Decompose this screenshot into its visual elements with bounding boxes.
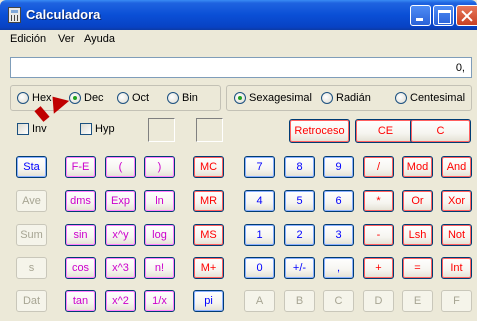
pi-button[interactable]: pi bbox=[193, 290, 224, 312]
log-button[interactable]: log bbox=[144, 224, 175, 246]
clear-entry-button[interactable]: CE bbox=[355, 119, 416, 143]
radio-centesimal-label: Centesimal bbox=[410, 92, 466, 104]
radio-dec[interactable]: Dec bbox=[69, 92, 104, 104]
display-value: 0, bbox=[455, 62, 465, 74]
digit-2-button[interactable]: 2 bbox=[284, 224, 315, 246]
hex-c-button[interactable]: C bbox=[323, 290, 354, 312]
digit-0-button[interactable]: 0 bbox=[244, 257, 275, 279]
digit-6-button[interactable]: 6 bbox=[323, 190, 354, 212]
mc-button[interactable]: MC bbox=[193, 156, 224, 178]
digit-9-button[interactable]: 9 bbox=[323, 156, 354, 178]
radio-hex-circle bbox=[17, 92, 29, 104]
menu-edit[interactable]: Edición bbox=[10, 33, 46, 45]
hyp-label: Hyp bbox=[95, 123, 115, 135]
radio-oct[interactable]: Oct bbox=[117, 92, 149, 104]
menu-view[interactable]: Ver bbox=[58, 33, 75, 45]
equals-button[interactable]: = bbox=[402, 257, 433, 279]
xor-button[interactable]: Xor bbox=[441, 190, 472, 212]
radio-radian[interactable]: Radián bbox=[321, 92, 371, 104]
hex-f-button[interactable]: F bbox=[441, 290, 472, 312]
sign-button[interactable]: +/- bbox=[284, 257, 315, 279]
radio-radian-label: Radián bbox=[336, 92, 371, 104]
menu-help[interactable]: Ayuda bbox=[84, 33, 115, 45]
radio-sexagesimal[interactable]: Sexagesimal bbox=[234, 92, 312, 104]
digit-4-button[interactable]: 4 bbox=[244, 190, 275, 212]
radio-oct-label: Oct bbox=[132, 92, 150, 104]
radio-bin[interactable]: Bin bbox=[167, 92, 198, 104]
memory-indicator bbox=[196, 118, 223, 142]
hyp-checkbox[interactable]: Hyp bbox=[80, 123, 115, 135]
radio-sexagesimal-label: Sexagesimal bbox=[249, 92, 312, 104]
close-button[interactable] bbox=[456, 5, 477, 26]
mod-button[interactable]: Mod bbox=[402, 156, 433, 178]
radio-dec-label: Dec bbox=[84, 92, 104, 104]
backspace-button[interactable]: Retroceso bbox=[289, 119, 350, 143]
radio-centesimal[interactable]: Centesimal bbox=[395, 92, 465, 104]
exp-button[interactable]: Exp bbox=[105, 190, 136, 212]
digit-8-button[interactable]: 8 bbox=[284, 156, 315, 178]
hex-a-button[interactable]: A bbox=[244, 290, 275, 312]
mr-button[interactable]: MR bbox=[193, 190, 224, 212]
ms-button[interactable]: MS bbox=[193, 224, 224, 246]
radio-dec-circle bbox=[69, 92, 81, 104]
sin-button[interactable]: sin bbox=[65, 224, 96, 246]
radio-bin-circle bbox=[167, 92, 179, 104]
mplus-button[interactable]: M+ bbox=[193, 257, 224, 279]
minimize-button[interactable] bbox=[410, 5, 431, 26]
inv-label: Inv bbox=[32, 123, 47, 135]
window-title: Calculadora bbox=[26, 7, 101, 22]
hex-e-button[interactable]: E bbox=[402, 290, 433, 312]
fe-button[interactable]: F-E bbox=[65, 156, 96, 178]
lsh-button[interactable]: Lsh bbox=[402, 224, 433, 246]
divide-button[interactable]: / bbox=[363, 156, 394, 178]
multiply-button[interactable]: * bbox=[363, 190, 394, 212]
not-button[interactable]: Not bbox=[441, 224, 472, 246]
cube-button[interactable]: x^3 bbox=[105, 257, 136, 279]
power-button[interactable]: x^y bbox=[105, 224, 136, 246]
inv-checkbox[interactable]: Inv bbox=[17, 123, 47, 135]
radio-sexagesimal-circle bbox=[234, 92, 246, 104]
reciprocal-button[interactable]: 1/x bbox=[144, 290, 175, 312]
dms-button[interactable]: dms bbox=[65, 190, 96, 212]
open-paren-button[interactable]: ( bbox=[105, 156, 136, 178]
calculator-icon bbox=[8, 7, 21, 23]
result-display: 0, bbox=[10, 57, 472, 78]
digit-7-button[interactable]: 7 bbox=[244, 156, 275, 178]
radio-oct-circle bbox=[117, 92, 129, 104]
s-button[interactable]: s bbox=[16, 257, 47, 279]
subtract-button[interactable]: - bbox=[363, 224, 394, 246]
radio-centesimal-circle bbox=[395, 92, 407, 104]
maximize-button[interactable] bbox=[433, 5, 454, 26]
digit-3-button[interactable]: 3 bbox=[323, 224, 354, 246]
cos-button[interactable]: cos bbox=[65, 257, 96, 279]
tan-button[interactable]: tan bbox=[65, 290, 96, 312]
or-button[interactable]: Or bbox=[402, 190, 433, 212]
digit-1-button[interactable]: 1 bbox=[244, 224, 275, 246]
title-bar[interactable]: Calculadora bbox=[0, 0, 477, 30]
add-button[interactable]: + bbox=[363, 257, 394, 279]
hex-d-button[interactable]: D bbox=[363, 290, 394, 312]
parenthesis-indicator bbox=[148, 118, 175, 142]
and-button[interactable]: And bbox=[441, 156, 472, 178]
clear-button[interactable]: C bbox=[410, 119, 471, 143]
decimal-button[interactable]: , bbox=[323, 257, 354, 279]
menu-bar: Edición Ver Ayuda bbox=[0, 30, 477, 50]
square-button[interactable]: x^2 bbox=[105, 290, 136, 312]
dat-button[interactable]: Dat bbox=[16, 290, 47, 312]
int-button[interactable]: Int bbox=[441, 257, 472, 279]
ln-button[interactable]: ln bbox=[144, 190, 175, 212]
factorial-button[interactable]: n! bbox=[144, 257, 175, 279]
radio-radian-circle bbox=[321, 92, 333, 104]
angle-unit-group: Sexagesimal Radián Centesimal bbox=[226, 85, 472, 111]
inv-box bbox=[17, 123, 29, 135]
ave-button[interactable]: Ave bbox=[16, 190, 47, 212]
sum-button[interactable]: Sum bbox=[16, 224, 47, 246]
digit-5-button[interactable]: 5 bbox=[284, 190, 315, 212]
close-paren-button[interactable]: ) bbox=[144, 156, 175, 178]
hex-b-button[interactable]: B bbox=[284, 290, 315, 312]
hyp-box bbox=[80, 123, 92, 135]
radio-bin-label: Bin bbox=[182, 92, 198, 104]
sta-button[interactable]: Sta bbox=[16, 156, 47, 178]
